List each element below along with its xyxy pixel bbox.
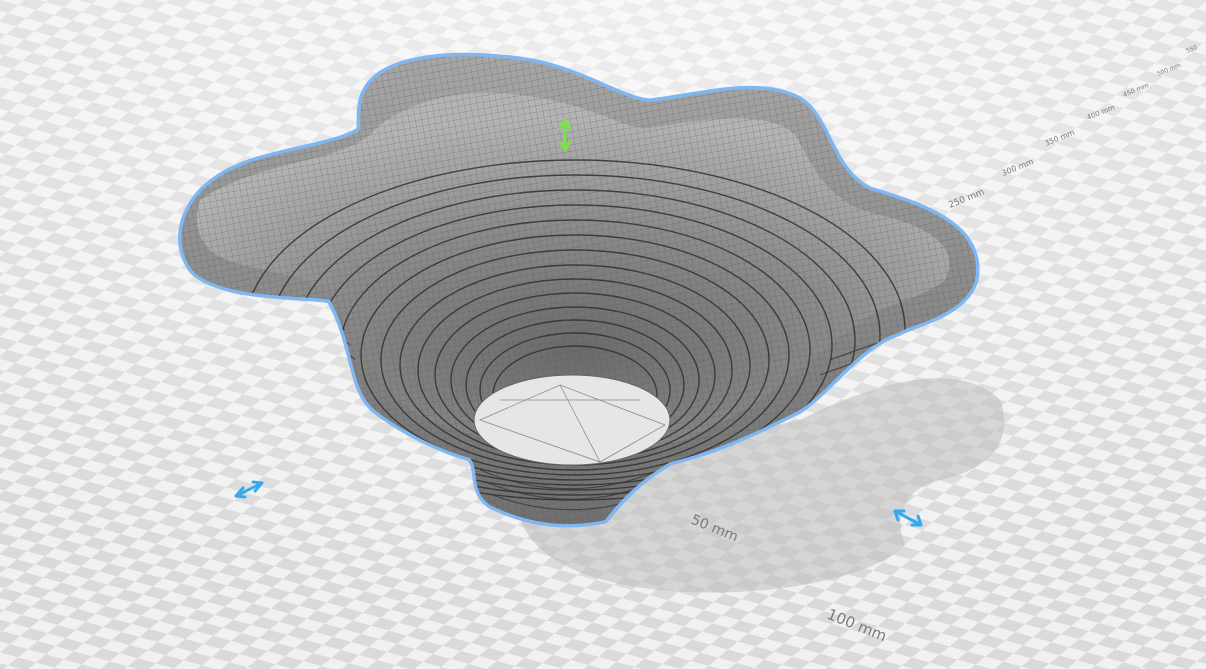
3d-viewport[interactable]: 50 mm 100 mm 250 mm 300 mm 350 mm 400 mm… xyxy=(0,0,1206,669)
scene: 50 mm 100 mm 250 mm 300 mm 350 mm 400 mm… xyxy=(0,0,1206,669)
